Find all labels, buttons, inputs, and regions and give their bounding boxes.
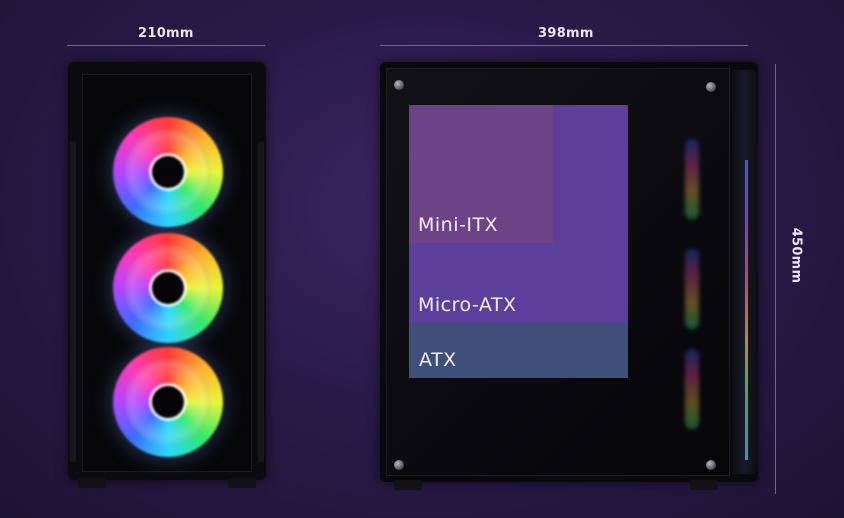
- case-foot: [228, 478, 256, 488]
- inner-fan-glow: [685, 349, 699, 429]
- rgb-strip: [745, 160, 748, 460]
- front-right-edge: [258, 142, 264, 462]
- screw-icon: [394, 460, 404, 470]
- mini-itx-label: Mini-ITX: [418, 214, 499, 236]
- inner-fan-glow: [685, 249, 699, 329]
- screw-icon: [706, 82, 716, 92]
- length-dimension-line: [380, 45, 748, 46]
- fan-hub: [152, 156, 184, 188]
- side-front-edge: [732, 70, 758, 474]
- micro-atx-label: Micro-ATX: [418, 294, 517, 316]
- atx-label: ATX: [419, 349, 457, 371]
- screw-icon: [706, 460, 716, 470]
- rgb-fan-icon: [113, 117, 223, 227]
- rgb-fan-icon: [113, 347, 223, 457]
- case-foot: [690, 480, 718, 490]
- inner-fan-glow: [685, 139, 699, 219]
- rgb-fan-icon: [113, 233, 223, 343]
- case-front-view: [68, 62, 266, 488]
- screw-icon: [394, 80, 404, 90]
- width-dimension-line: [67, 45, 265, 46]
- fan-hub: [152, 386, 184, 418]
- case-foot: [394, 480, 422, 490]
- width-dimension-label: 210mm: [138, 26, 194, 41]
- fan-hub: [152, 272, 184, 304]
- front-glass-panel: [82, 74, 252, 472]
- height-dimension-line: [775, 64, 776, 494]
- length-dimension-label: 398mm: [538, 26, 594, 41]
- front-left-edge: [70, 142, 76, 462]
- case-foot: [78, 478, 106, 488]
- height-dimension-label: 450mm: [788, 227, 804, 284]
